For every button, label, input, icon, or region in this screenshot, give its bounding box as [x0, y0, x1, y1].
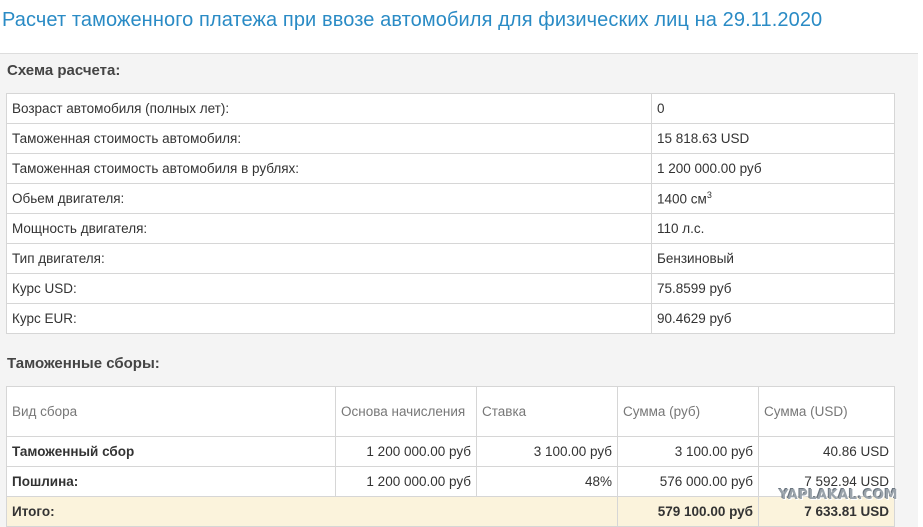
column-header-sum-usd: Сумма (USD)	[758, 386, 895, 437]
fee-sum-rub: 576 000.00 руб	[617, 466, 759, 497]
row-label: Мощность двигателя:	[6, 213, 652, 244]
fee-name: Таможенный сбор	[6, 436, 336, 467]
table-row: Обьем двигателя: 1400 см3	[6, 183, 895, 214]
schema-table: Возраст автомобиля (полных лет): 0 Тамож…	[6, 93, 895, 334]
table-row: Пошлина: 1 200 000.00 руб 48% 576 000.00…	[6, 466, 895, 497]
row-value: Бензиновый	[651, 243, 895, 274]
fees-table: Вид сбора Основа начисления Ставка Сумма…	[6, 386, 895, 527]
fees-heading: Таможенные сборы:	[7, 355, 160, 372]
fee-sum-rub: 3 100.00 руб	[617, 436, 759, 467]
row-value: 1 200 000.00 руб	[651, 153, 895, 184]
table-row: Таможенная стоимость автомобиля: 15 818.…	[6, 123, 895, 154]
table-row: Курс USD: 75.8599 руб	[6, 273, 895, 304]
row-label: Обьем двигателя:	[6, 183, 652, 214]
engine-volume-value: 1400 см	[657, 191, 707, 207]
table-header-row: Вид сбора Основа начисления Ставка Сумма…	[6, 386, 895, 437]
table-row: Тип двигателя: Бензиновый	[6, 243, 895, 274]
total-sum-rub: 579 100.00 руб	[617, 496, 759, 527]
schema-heading: Схема расчета:	[7, 62, 121, 79]
column-header-sum-rub: Сумма (руб)	[617, 386, 759, 437]
table-row: Таможенный сбор 1 200 000.00 руб 3 100.0…	[6, 436, 895, 467]
column-header-fee-type: Вид сбора	[6, 386, 336, 437]
row-value: 90.4629 руб	[651, 303, 895, 334]
page-title: Расчет таможенного платежа при ввозе авт…	[2, 9, 823, 31]
fee-rate: 48%	[476, 466, 618, 497]
fee-base: 1 200 000.00 руб	[335, 436, 477, 467]
row-value: 110 л.с.	[651, 213, 895, 244]
row-label: Таможенная стоимость автомобиля в рублях…	[6, 153, 652, 184]
fee-name: Пошлина:	[6, 466, 336, 497]
row-value: 75.8599 руб	[651, 273, 895, 304]
row-label: Курс EUR:	[6, 303, 652, 334]
table-row: Возраст автомобиля (полных лет): 0	[6, 93, 895, 124]
fee-sum-usd: 40.86 USD	[758, 436, 895, 467]
row-value: 0	[651, 93, 895, 124]
watermark-logo: YAPLAKAL.COM	[779, 488, 898, 503]
row-label: Тип двигателя:	[6, 243, 652, 274]
cubic-superscript: 3	[706, 190, 712, 201]
column-header-rate: Ставка	[476, 386, 618, 437]
row-label: Курс USD:	[6, 273, 652, 304]
row-value: 15 818.63 USD	[651, 123, 895, 154]
row-value: 1400 см3	[651, 183, 895, 214]
table-row: Курс EUR: 90.4629 руб	[6, 303, 895, 334]
total-row: Итого: 579 100.00 руб 7 633.81 USD	[6, 496, 895, 527]
fee-rate: 3 100.00 руб	[476, 436, 618, 467]
column-header-base: Основа начисления	[335, 386, 477, 437]
table-row: Мощность двигателя: 110 л.с.	[6, 213, 895, 244]
total-label: Итого:	[6, 496, 618, 527]
row-label: Возраст автомобиля (полных лет):	[6, 93, 652, 124]
table-row: Таможенная стоимость автомобиля в рублях…	[6, 153, 895, 184]
row-label: Таможенная стоимость автомобиля:	[6, 123, 652, 154]
fee-base: 1 200 000.00 руб	[335, 466, 477, 497]
